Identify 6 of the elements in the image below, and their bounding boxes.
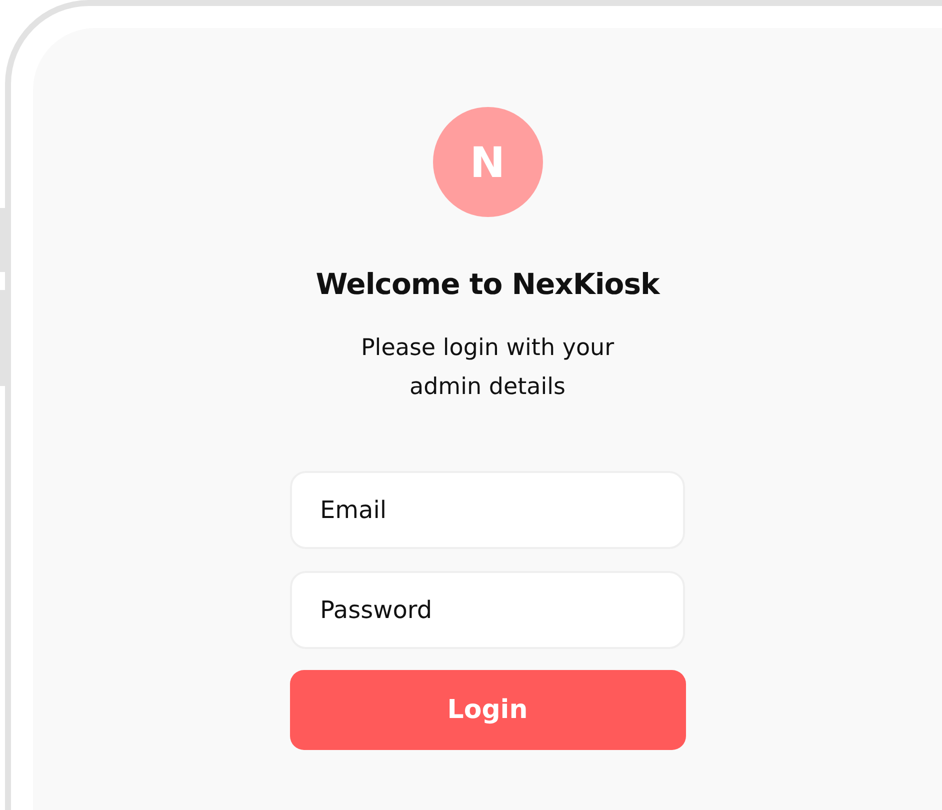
input-field[interactable]: Email bbox=[290, 471, 685, 549]
logo: N bbox=[432, 107, 542, 217]
welcome-title: Welcome to NexKiosk bbox=[316, 267, 660, 301]
input-field[interactable]: Password bbox=[290, 571, 685, 649]
login-button[interactable]: Login bbox=[290, 670, 686, 750]
subtitle: Please login with your admin details bbox=[360, 334, 616, 402]
